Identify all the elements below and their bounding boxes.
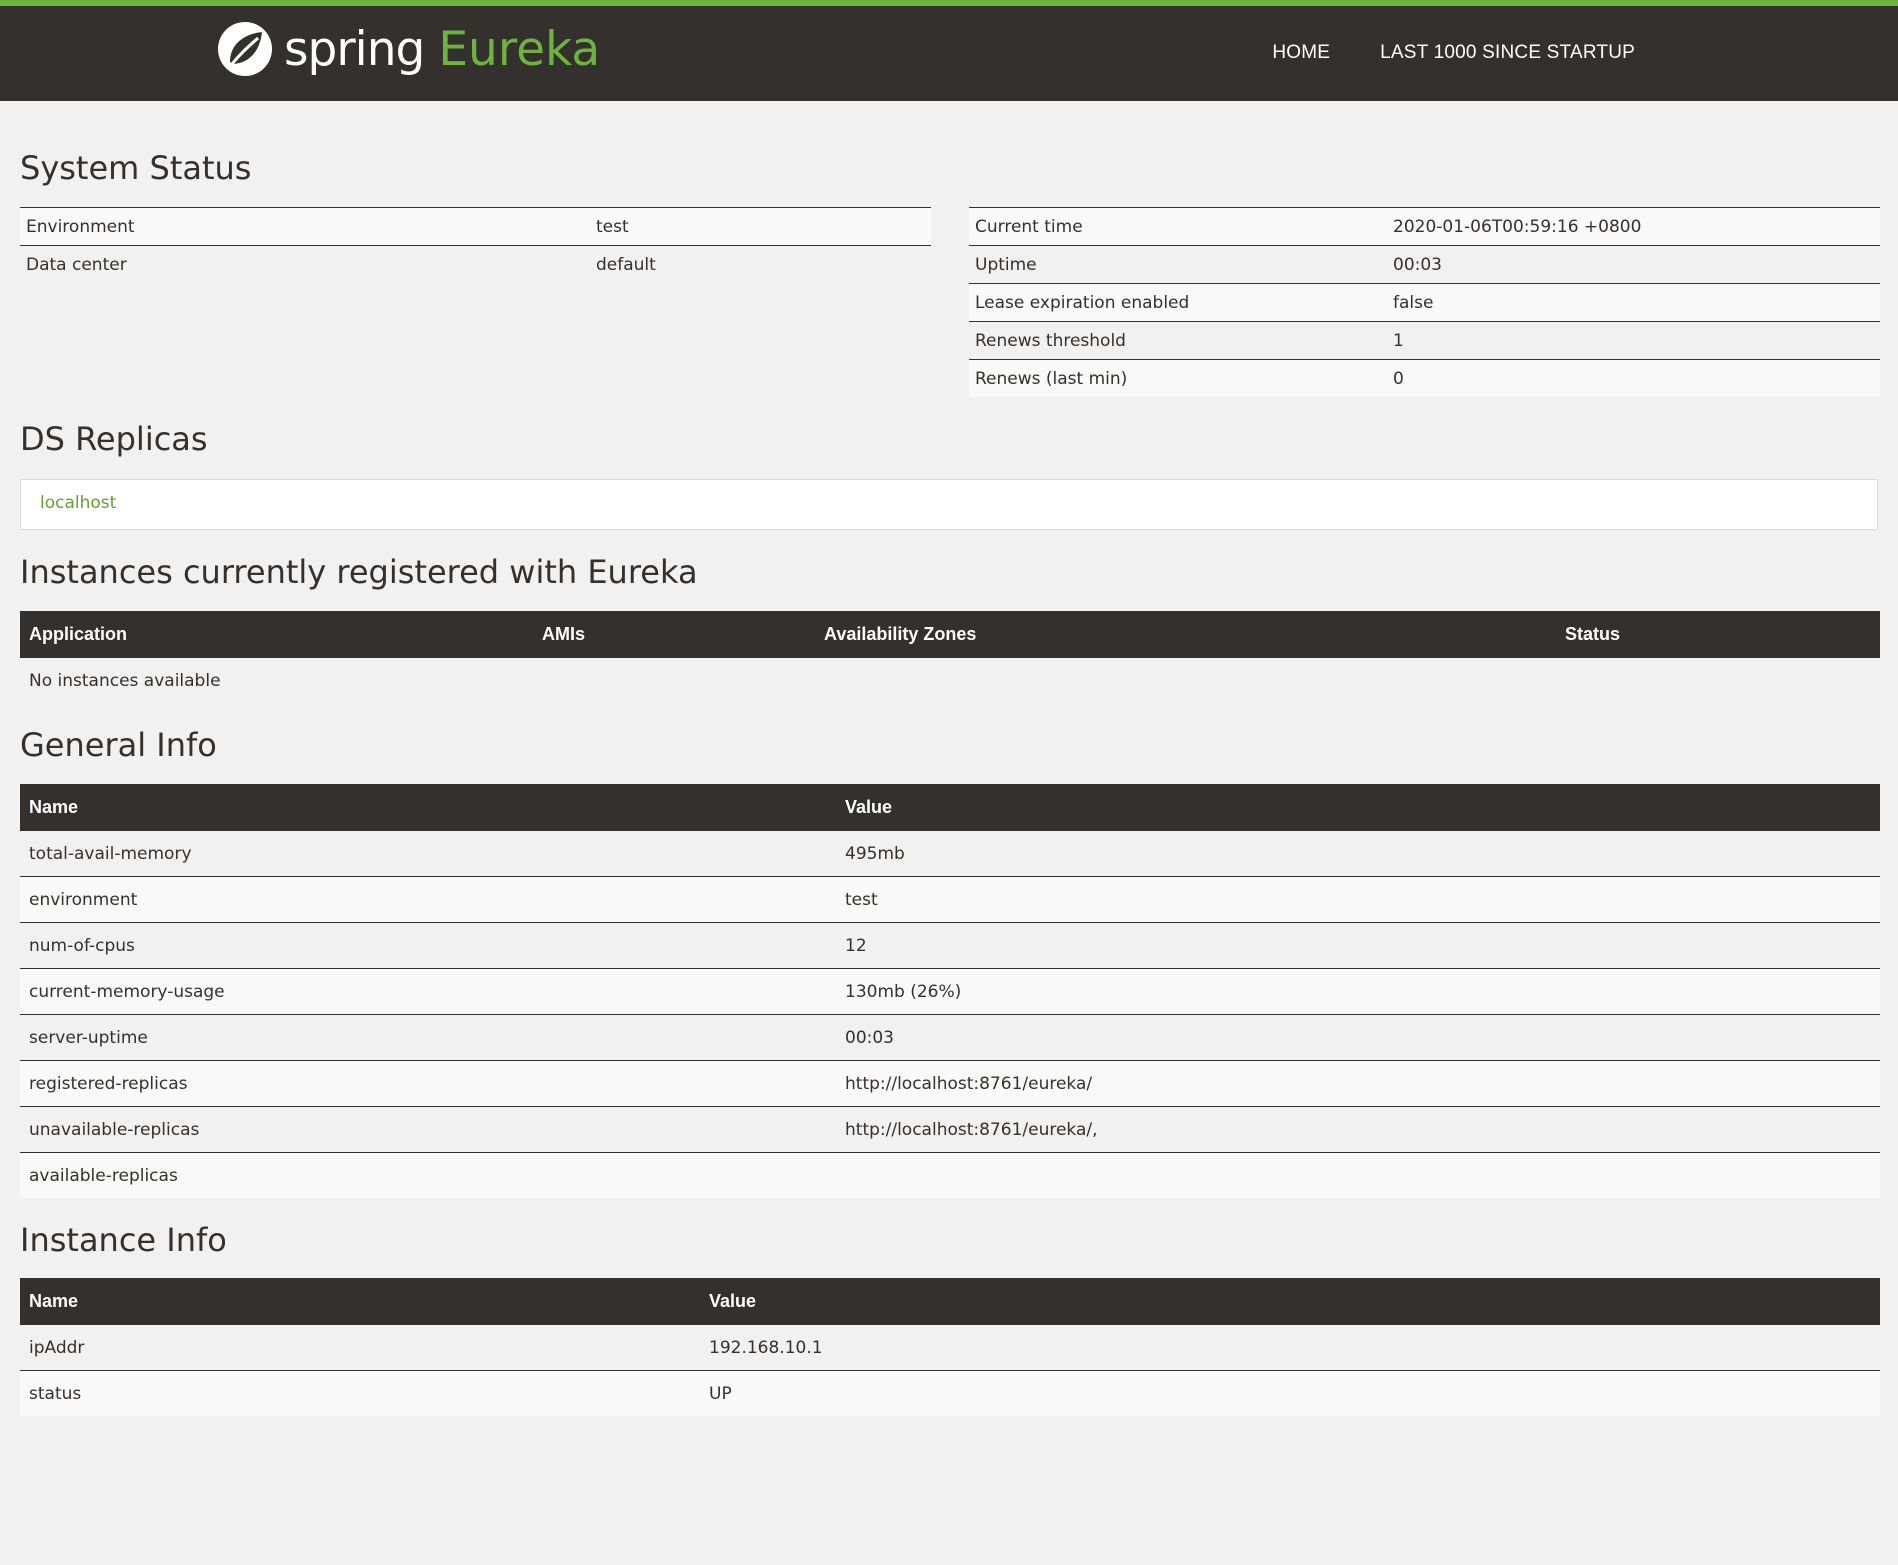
info-name: current-memory-usage xyxy=(20,968,836,1015)
status-value: 2020-01-06T00:59:16 +0800 xyxy=(1387,207,1880,246)
info-name: available-replicas xyxy=(20,1152,836,1198)
table-row: environment test xyxy=(20,876,1880,923)
instances-heading: Instances currently registered with Eure… xyxy=(20,553,698,591)
status-row-renews-last-min: Renews (last min) 0 xyxy=(969,359,1880,397)
ds-replicas-heading: DS Replicas xyxy=(20,420,208,458)
nav-home-link[interactable]: HOME xyxy=(1272,42,1330,64)
table-row: unavailable-replicas http://localhost:87… xyxy=(20,1106,1880,1153)
info-name: total-avail-memory xyxy=(20,831,836,877)
instances-empty-row: No instances available xyxy=(20,658,1880,703)
info-value: 00:03 xyxy=(836,1014,1880,1061)
info-name: unavailable-replicas xyxy=(20,1106,836,1153)
system-status-heading: System Status xyxy=(20,149,252,187)
status-value: 0 xyxy=(1387,359,1880,397)
status-row-renews-threshold: Renews threshold 1 xyxy=(969,321,1880,360)
info-value: 130mb (26%) xyxy=(836,968,1880,1015)
column-header-name: Name xyxy=(20,1278,700,1325)
column-header-availability-zones: Availability Zones xyxy=(815,611,1556,658)
info-value: http://localhost:8761/eureka/ xyxy=(836,1060,1880,1107)
instances-header-row: Application AMIs Availability Zones Stat… xyxy=(20,611,1880,658)
system-status-left-table: Environment test Data center default xyxy=(20,207,931,283)
status-label: Uptime xyxy=(969,245,1387,284)
instance-info-heading: Instance Info xyxy=(20,1221,227,1259)
status-row-data-center: Data center default xyxy=(20,245,931,283)
system-status-right-table: Current time 2020-01-06T00:59:16 +0800 U… xyxy=(969,207,1880,397)
info-name: environment xyxy=(20,876,836,923)
info-name: num-of-cpus xyxy=(20,922,836,969)
instance-info-table: Name Value ipAddr 192.168.10.1 status UP xyxy=(20,1278,1880,1416)
info-value: 495mb xyxy=(836,831,1880,877)
spring-leaf-icon xyxy=(218,22,272,76)
table-row: available-replicas xyxy=(20,1152,1880,1198)
column-header-application: Application xyxy=(20,611,533,658)
ds-replicas-list: localhost xyxy=(20,479,1878,530)
status-row-current-time: Current time 2020-01-06T00:59:16 +0800 xyxy=(969,207,1880,246)
info-value: http://localhost:8761/eureka/, xyxy=(836,1106,1880,1153)
status-label: Data center xyxy=(20,245,590,283)
status-value: default xyxy=(590,245,931,283)
instance-info-header-row: Name Value xyxy=(20,1278,1880,1325)
column-header-name: Name xyxy=(20,784,836,831)
column-header-status: Status xyxy=(1556,611,1880,658)
status-value: false xyxy=(1387,283,1880,322)
general-info-heading: General Info xyxy=(20,726,217,764)
column-header-value: Value xyxy=(700,1278,1880,1325)
status-value: 1 xyxy=(1387,321,1880,360)
general-info-header-row: Name Value xyxy=(20,784,1880,831)
instances-table: Application AMIs Availability Zones Stat… xyxy=(20,611,1880,703)
info-name: ipAddr xyxy=(20,1325,700,1371)
info-value: test xyxy=(836,876,1880,923)
table-row: registered-replicas http://localhost:876… xyxy=(20,1060,1880,1107)
status-value: test xyxy=(590,207,931,246)
status-label: Lease expiration enabled xyxy=(969,283,1387,322)
status-row-environment: Environment test xyxy=(20,207,931,246)
replica-link-localhost[interactable]: localhost xyxy=(40,493,116,513)
status-label: Renews (last min) xyxy=(969,359,1387,397)
top-navbar: spring Eureka HOME LAST 1000 SINCE START… xyxy=(0,0,1898,101)
info-value: 12 xyxy=(836,922,1880,969)
info-name: registered-replicas xyxy=(20,1060,836,1107)
table-row: ipAddr 192.168.10.1 xyxy=(20,1325,1880,1371)
table-row: status UP xyxy=(20,1370,1880,1416)
empty-instances-message: No instances available xyxy=(20,658,1880,703)
spring-eureka-logo[interactable]: spring Eureka xyxy=(216,20,600,78)
main-nav: HOME LAST 1000 SINCE STARTUP xyxy=(1222,42,1635,64)
info-value xyxy=(836,1152,1880,1198)
status-row-uptime: Uptime 00:03 xyxy=(969,245,1880,284)
general-info-table: Name Value total-avail-memory 495mb envi… xyxy=(20,784,1880,1198)
status-label: Current time xyxy=(969,207,1387,246)
column-header-value: Value xyxy=(836,784,1880,831)
info-value: 192.168.10.1 xyxy=(700,1325,1880,1371)
info-value: UP xyxy=(700,1370,1880,1416)
table-row: current-memory-usage 130mb (26%) xyxy=(20,968,1880,1015)
table-row: server-uptime 00:03 xyxy=(20,1014,1880,1061)
status-value: 00:03 xyxy=(1387,245,1880,284)
column-header-amis: AMIs xyxy=(533,611,815,658)
status-row-lease-expiration: Lease expiration enabled false xyxy=(969,283,1880,322)
nav-last-1000-link[interactable]: LAST 1000 SINCE STARTUP xyxy=(1380,42,1635,64)
brand-eureka-text: Eureka xyxy=(438,21,601,77)
info-name: status xyxy=(20,1370,700,1416)
brand-spring-text: spring xyxy=(284,21,425,77)
status-label: Renews threshold xyxy=(969,321,1387,360)
info-name: server-uptime xyxy=(20,1014,836,1061)
status-label: Environment xyxy=(20,207,590,246)
table-row: total-avail-memory 495mb xyxy=(20,831,1880,877)
table-row: num-of-cpus 12 xyxy=(20,922,1880,969)
